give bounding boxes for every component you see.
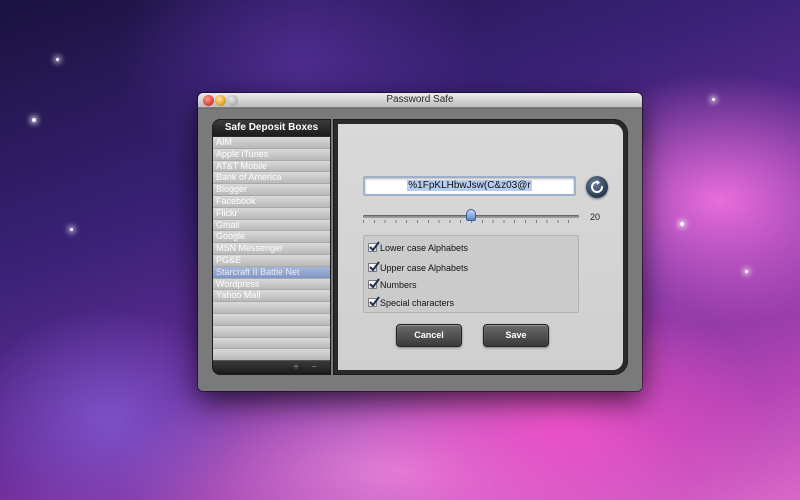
- add-box-button[interactable]: +: [288, 361, 304, 374]
- checkmark-icon: [369, 241, 380, 252]
- star: [70, 228, 73, 231]
- option-label: Special characters: [380, 298, 455, 308]
- password-text: %1FpKLHbwJsw(C&z03@r: [407, 180, 532, 191]
- sidebar-item[interactable]: Flickr: [213, 207, 330, 220]
- star: [32, 118, 36, 122]
- password-field[interactable]: %1FpKLHbwJsw(C&z03@r: [363, 176, 576, 196]
- checkmark-icon: [369, 296, 380, 307]
- regenerate-button[interactable]: [586, 176, 608, 198]
- window-title: Password Safe: [386, 94, 454, 105]
- title-bar[interactable]: Password Safe: [198, 93, 642, 108]
- save-button[interactable]: Save: [483, 324, 549, 347]
- sidebar-empty-row: [213, 313, 330, 326]
- window-body: Safe Deposit Boxes AIM Apple iTunes AT&T…: [198, 109, 642, 391]
- sidebar-item[interactable]: PG&E: [213, 254, 330, 267]
- star: [712, 98, 715, 101]
- sidebar-footer: + −: [213, 360, 330, 374]
- sidebar-empty-row: [213, 337, 330, 350]
- length-value: 20: [590, 212, 601, 222]
- remove-box-button[interactable]: −: [306, 361, 322, 374]
- length-slider[interactable]: [363, 209, 579, 223]
- sidebar-item[interactable]: Bank of America: [213, 172, 330, 185]
- sidebar-item[interactable]: Google: [213, 231, 330, 244]
- option-label: Lower case Alphabets: [380, 243, 469, 253]
- sidebar-item[interactable]: AIM: [213, 137, 330, 149]
- sidebar-item[interactable]: Gmail: [213, 219, 330, 232]
- checkmark-icon: [369, 261, 380, 272]
- option-uppercase[interactable]: Upper case Alphabets: [368, 261, 469, 274]
- sidebar-item-selected[interactable]: Starcraft II Battle Net: [213, 266, 330, 279]
- checkbox-uppercase[interactable]: [368, 261, 380, 272]
- options-group: Lower case Alphabets Upper case Alphabet…: [363, 235, 579, 313]
- sidebar-item[interactable]: Blogger: [213, 184, 330, 196]
- option-label: Numbers: [380, 280, 417, 290]
- slider-thumb[interactable]: [466, 209, 476, 221]
- sidebar-item[interactable]: Facebook: [213, 195, 330, 208]
- generator-panel: %1FpKLHbwJsw(C&z03@r 20 Lower case Alpha…: [333, 119, 628, 375]
- sidebar-item[interactable]: Yahoo Mail: [213, 290, 330, 303]
- sidebar-header: Safe Deposit Boxes: [213, 120, 330, 136]
- cancel-button[interactable]: Cancel: [396, 324, 462, 347]
- option-numbers[interactable]: Numbers: [368, 278, 417, 291]
- sidebar-list[interactable]: AIM Apple iTunes AT&T Mobile Bank of Ame…: [213, 137, 330, 362]
- option-label: Upper case Alphabets: [380, 263, 469, 273]
- sidebar-item[interactable]: MSN Messenger: [213, 243, 330, 255]
- sidebar-empty-row: [213, 302, 330, 314]
- password-safe-window: Password Safe Safe Deposit Boxes AIM App…: [198, 93, 642, 391]
- star: [745, 270, 748, 273]
- star: [56, 58, 59, 61]
- star: [680, 222, 684, 226]
- sidebar: Safe Deposit Boxes AIM Apple iTunes AT&T…: [212, 119, 331, 375]
- sidebar-empty-row: [213, 325, 330, 338]
- checkbox-special[interactable]: [368, 296, 380, 307]
- sidebar-item[interactable]: Wordpress: [213, 278, 330, 291]
- sidebar-item[interactable]: AT&T Mobile: [213, 160, 330, 173]
- option-special[interactable]: Special characters: [368, 296, 455, 309]
- refresh-icon: [591, 180, 603, 193]
- generator-panel-inner: %1FpKLHbwJsw(C&z03@r 20 Lower case Alpha…: [338, 124, 623, 370]
- checkbox-numbers[interactable]: [368, 278, 380, 289]
- checkbox-lowercase[interactable]: [368, 241, 380, 252]
- checkmark-icon: [369, 278, 380, 289]
- sidebar-item[interactable]: Apple iTunes: [213, 148, 330, 161]
- option-lowercase[interactable]: Lower case Alphabets: [368, 241, 469, 254]
